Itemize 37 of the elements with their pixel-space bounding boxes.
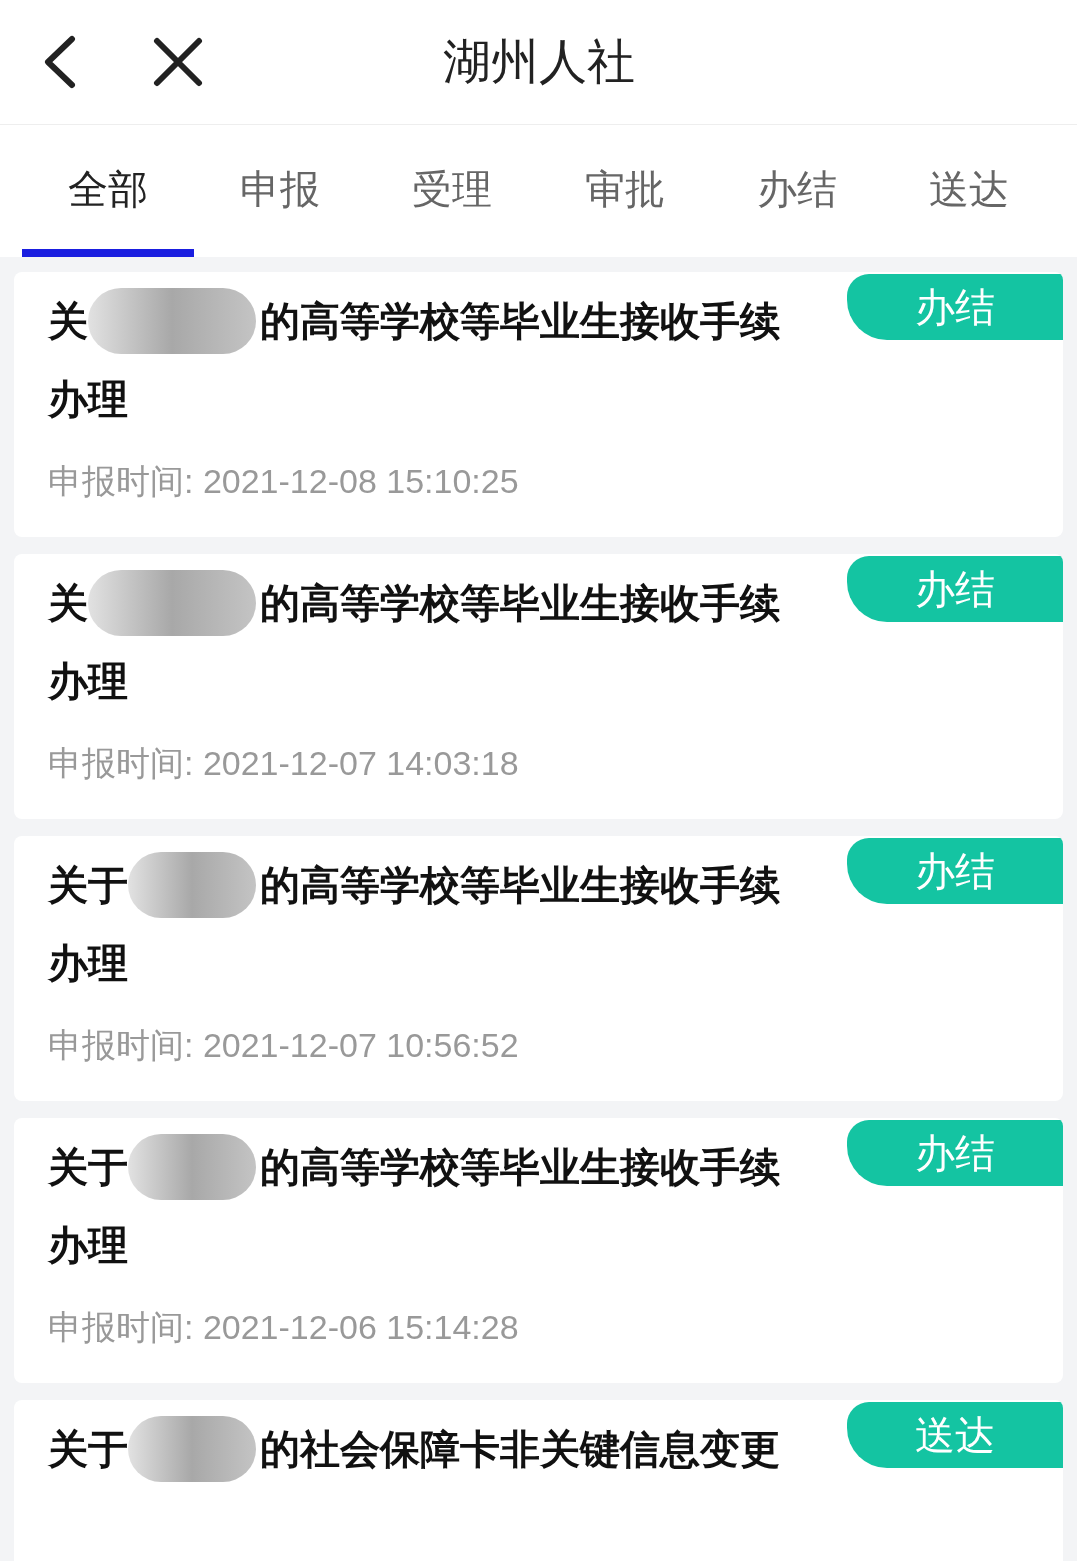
status-badge: 办结 <box>847 1120 1063 1186</box>
application-card[interactable]: 关 的高等学校等毕业生接收手续 办理 申报时间: 2021-12-07 14:03:18 办结 <box>14 554 1063 819</box>
submission-time: 申报时间: 2021-12-07 10:56:52 <box>48 1025 520 1066</box>
item-title: 关于 <box>48 1426 128 1473</box>
status-badge: 办结 <box>847 274 1063 340</box>
application-card[interactable]: 关 的高等学校等毕业生接收手续 办理 申报时间: 2021-12-08 15:10:25 办结 <box>14 272 1063 537</box>
submission-time: 申报时间: 2021-12-06 15:14:28 <box>48 1307 520 1348</box>
submission-time: 申报时间: 2021-12-08 15:10:25 <box>48 461 520 502</box>
item-title: 的高等学校等毕业生接收手续 <box>260 862 780 909</box>
application-card[interactable]: 关于 的高等学校等毕业生接收手续 办理 申报时间: 2021-12-06 15:14:28 办结 <box>14 1118 1063 1383</box>
application-card[interactable]: 关于 的社会保障卡非关键信息变更 送达 <box>14 1400 1063 1561</box>
tab[interactable]: 申报 <box>194 125 367 257</box>
item-title: 办理 <box>48 1222 128 1269</box>
tab[interactable]: 送达 <box>882 125 1056 257</box>
submission-time: 申报时间: 2021-12-07 14:03:18 <box>48 743 520 784</box>
item-title: 办理 <box>48 940 128 987</box>
item-title: 的高等学校等毕业生接收手续 <box>260 298 780 345</box>
application-card[interactable]: 关于 的高等学校等毕业生接收手续 办理 申报时间: 2021-12-07 10:56:52 办结 <box>14 836 1063 1101</box>
item-title: 办理 <box>48 658 128 705</box>
close-icon <box>153 37 203 87</box>
tab[interactable]: 全部 <box>22 125 195 257</box>
item-title: 的高等学校等毕业生接收手续 <box>260 580 780 627</box>
item-title: 关 <box>48 298 88 345</box>
item-title: 的高等学校等毕业生接收手续 <box>260 1144 780 1191</box>
back-icon <box>42 35 78 89</box>
item-title: 的社会保障卡非关键信息变更 <box>260 1426 780 1473</box>
item-title: 关于 <box>48 1144 128 1191</box>
status-badge: 送达 <box>847 1402 1063 1468</box>
item-title: 办理 <box>48 376 128 423</box>
page-title: 湖州人社 <box>442 34 635 90</box>
item-title: 关 <box>48 580 88 627</box>
tab[interactable]: 办结 <box>710 125 883 257</box>
tab[interactable]: 受理 <box>366 125 539 257</box>
item-title: 关于 <box>48 862 128 909</box>
tab[interactable]: 审批 <box>538 125 711 257</box>
status-badge: 办结 <box>847 556 1063 622</box>
status-badge: 办结 <box>847 838 1063 904</box>
